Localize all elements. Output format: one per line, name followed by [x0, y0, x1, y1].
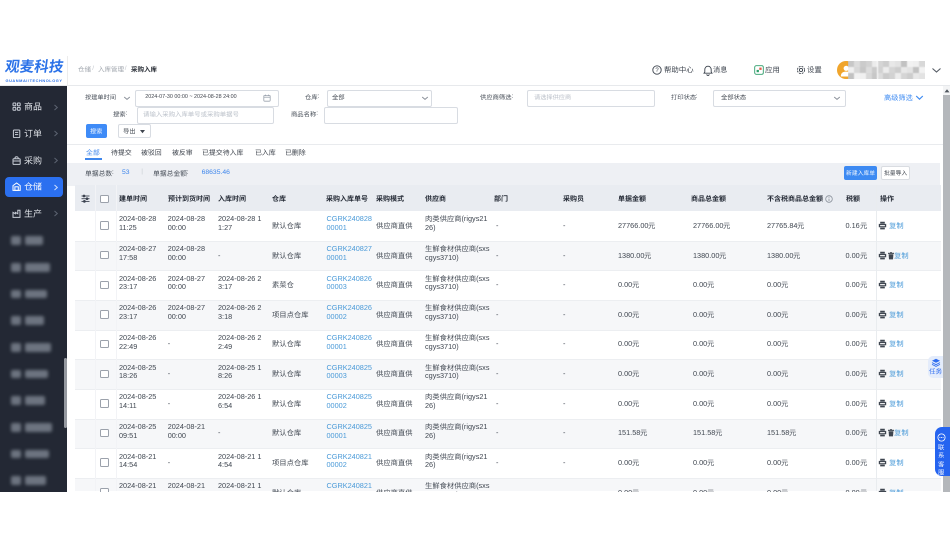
svg-text:?: ? — [655, 68, 659, 74]
